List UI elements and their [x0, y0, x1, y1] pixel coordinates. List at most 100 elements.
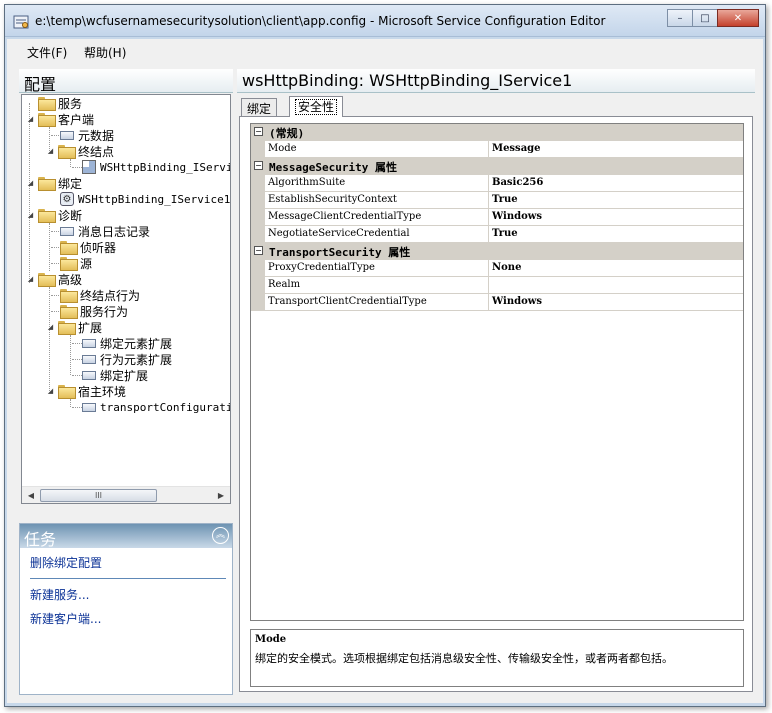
detail-pane-title: wsHttpBinding: WSHttpBinding_IService1 [242, 71, 573, 90]
property-row-establish-security-context[interactable]: EstablishSecurityContext True [251, 192, 743, 209]
property-name: AlgorithmSuite [265, 175, 489, 192]
endpoint-icon [82, 160, 96, 174]
collapse-triangle-icon[interactable]: ◢ [46, 387, 55, 396]
property-value[interactable]: Basic256 [489, 175, 743, 192]
collapse-triangle-icon[interactable]: ◢ [26, 179, 35, 188]
folder-icon [58, 385, 76, 399]
title-bar[interactable]: e:\temp\wcfusernamesecuritysolution\clie… [5, 5, 765, 37]
tree-item-endpoint-behaviors[interactable]: 终结点行为 [48, 287, 140, 303]
collapse-minus-icon[interactable]: − [254, 127, 263, 136]
property-name: Mode [265, 141, 489, 158]
settings-node-icon [82, 370, 96, 380]
scroll-right-arrow-icon[interactable]: ▶ [214, 489, 228, 502]
property-name: MessageClientCredentialType [265, 209, 489, 226]
binding-config-icon: ⚙ [60, 192, 74, 206]
tab-security[interactable]: 安全性 [289, 96, 344, 117]
tree-item-advanced[interactable]: ◢ 高级 [26, 271, 82, 287]
tree-item-label: 绑定元素扩展 [100, 336, 173, 351]
tasks-title: 任务 [24, 530, 57, 549]
config-tree[interactable]: 服务 ◢ 客户端 元数据 ◢ 终结点 WSHttpBinding_IServic [21, 94, 231, 504]
collapse-minus-icon[interactable]: − [254, 161, 263, 170]
property-row-algorithm-suite[interactable]: AlgorithmSuite Basic256 [251, 175, 743, 192]
category-row-message-security[interactable]: − MessageSecurity 属性 [251, 158, 743, 175]
property-row-mode[interactable]: Mode Message [251, 141, 743, 158]
property-row-realm[interactable]: Realm [251, 277, 743, 294]
tree-item-sources[interactable]: 源 [48, 255, 92, 271]
property-row-transport-client-credential-type[interactable]: TransportClientCredentialType Windows [251, 294, 743, 311]
property-value[interactable]: True [489, 192, 743, 209]
tree-item-transport-configuration[interactable]: transportConfiguratio [70, 399, 231, 415]
expander-icon [70, 355, 79, 364]
tree-item-binding-element-extensions[interactable]: 绑定元素扩展 [70, 335, 172, 351]
tree-item-endpoints[interactable]: ◢ 终结点 [46, 143, 114, 159]
tree-item-hosting-environment[interactable]: ◢ 宿主环境 [46, 383, 126, 399]
close-button[interactable]: ✕ [717, 9, 759, 27]
property-value[interactable]: Message [489, 141, 743, 158]
property-row-message-client-credential-type[interactable]: MessageClientCredentialType Windows [251, 209, 743, 226]
property-grid[interactable]: − (常规) Mode Message − MessageSecurity 属性… [250, 123, 744, 621]
tasks-header: 任务 ︽ [20, 524, 232, 549]
tree-item-listeners[interactable]: 侦听器 [48, 239, 116, 255]
category-label: MessageSecurity 属性 [269, 161, 397, 174]
tree-item-label: 客户端 [58, 112, 95, 127]
tree-item-services[interactable]: 服务 [26, 95, 82, 111]
app-window: e:\temp\wcfusernamesecuritysolution\clie… [4, 4, 766, 707]
expander-icon[interactable] [26, 99, 35, 108]
scroll-thumb[interactable]: III [40, 489, 157, 502]
tree-item-label: transportConfiguratio [100, 400, 231, 414]
category-row-general[interactable]: − (常规) [251, 124, 743, 141]
tree-item-label: 源 [80, 256, 93, 271]
tree-item-diagnostics[interactable]: ◢ 诊断 [26, 207, 82, 223]
property-value[interactable]: None [489, 260, 743, 277]
expander-icon [48, 243, 57, 252]
tree-item-client[interactable]: ◢ 客户端 [26, 111, 94, 127]
scroll-left-arrow-icon[interactable]: ◀ [24, 489, 38, 502]
settings-node-icon [82, 338, 96, 348]
tree-item-endpoint-wshttpbinding[interactable]: WSHttpBinding_IServic [70, 159, 230, 175]
chevron-up-icon[interactable]: ︽ [212, 527, 229, 544]
collapse-minus-icon[interactable]: − [254, 246, 263, 255]
tree-item-bindings[interactable]: ◢ 绑定 [26, 175, 82, 191]
menu-file[interactable]: 文件(F) [27, 44, 67, 61]
collapse-triangle-icon[interactable]: ◢ [26, 115, 35, 124]
tree-item-behavior-element-extensions[interactable]: 行为元素扩展 [70, 351, 172, 367]
tree-item-binding-extensions[interactable]: 绑定扩展 [70, 367, 148, 383]
tree-item-binding-wshttpbinding[interactable]: ⚙ WSHttpBinding_IService1 [48, 191, 230, 207]
tab-label: 安全性 [295, 99, 338, 115]
client-area: 配置 服务 ◢ 客户端 元数据 ◢ 终结点 WSHttpBinding_ISer… [7, 63, 763, 703]
property-row-proxy-credential-type[interactable]: ProxyCredentialType None [251, 260, 743, 277]
tree-item-label: 侦听器 [80, 240, 117, 255]
property-value[interactable] [489, 277, 743, 294]
property-value[interactable]: Windows [489, 294, 743, 311]
tree-item-label: 终结点行为 [80, 288, 141, 303]
property-value[interactable]: True [489, 226, 743, 243]
folder-icon [58, 321, 76, 335]
delete-binding-config-link[interactable]: 删除绑定配置 [30, 554, 102, 571]
category-label: (常规) [269, 127, 305, 140]
new-client-link[interactable]: 新建客户端... [30, 610, 101, 627]
minimize-button[interactable]: – [667, 9, 693, 27]
tree-horizontal-scrollbar[interactable]: ◀ III ▶ [22, 486, 230, 503]
new-service-link[interactable]: 新建服务... [30, 586, 89, 603]
property-value[interactable]: Windows [489, 209, 743, 226]
property-row-negotiate-service-credential[interactable]: NegotiateServiceCredential True [251, 226, 743, 243]
tree-item-service-behaviors[interactable]: 服务行为 [48, 303, 128, 319]
tree-item-message-logging[interactable]: 消息日志记录 [48, 223, 150, 239]
collapse-triangle-icon[interactable]: ◢ [46, 147, 55, 156]
tree-item-extensions[interactable]: ◢ 扩展 [46, 319, 102, 335]
folder-icon [60, 289, 78, 303]
collapse-triangle-icon[interactable]: ◢ [26, 275, 35, 284]
maximize-button[interactable]: □ [692, 9, 718, 27]
collapse-triangle-icon[interactable]: ◢ [46, 323, 55, 332]
app-config-icon [13, 15, 29, 29]
property-name: NegotiateServiceCredential [265, 226, 489, 243]
expander-icon [70, 371, 79, 380]
folder-icon [58, 145, 76, 159]
tree-item-metadata[interactable]: 元数据 [48, 127, 114, 143]
tab-binding[interactable]: 绑定 [241, 98, 278, 116]
folder-icon [60, 241, 78, 255]
category-row-transport-security[interactable]: − TransportSecurity 属性 [251, 243, 743, 260]
collapse-triangle-icon[interactable]: ◢ [26, 211, 35, 220]
menu-help[interactable]: 帮助(H) [84, 44, 126, 61]
config-pane-title: 配置 [24, 75, 57, 94]
